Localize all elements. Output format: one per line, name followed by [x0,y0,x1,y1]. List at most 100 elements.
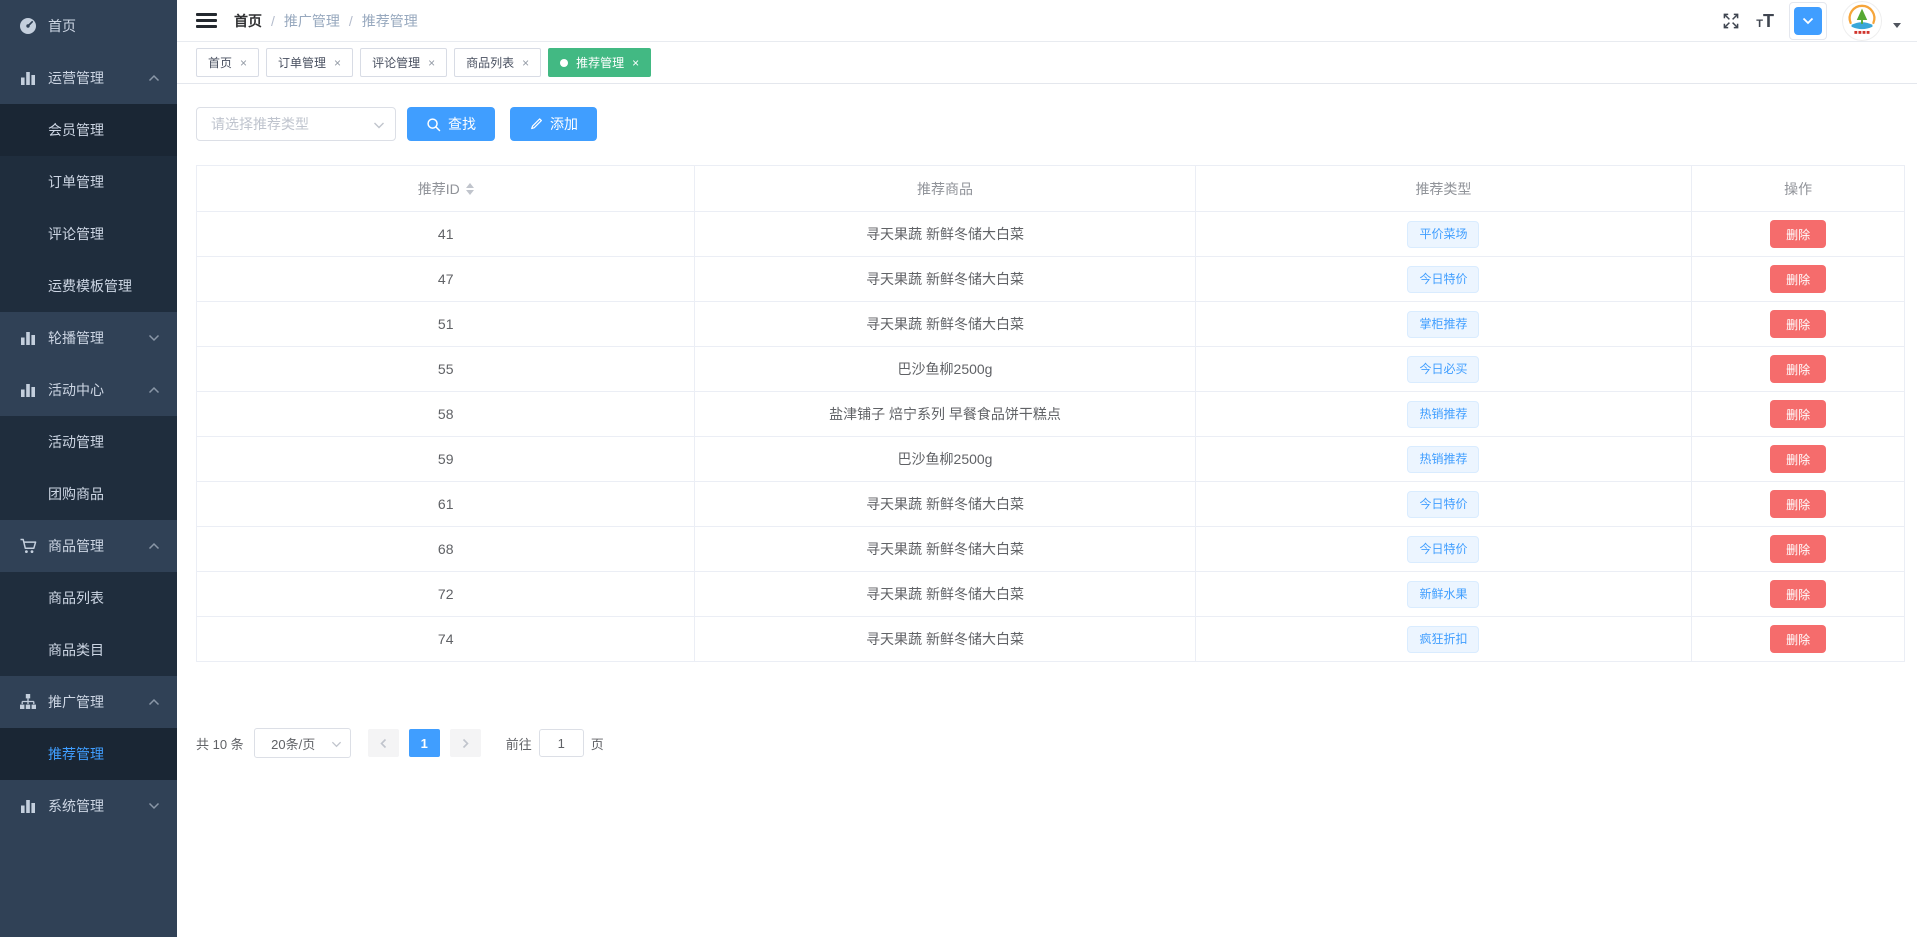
sidebar-item-home[interactable]: 首页 [0,0,177,52]
company-logo-icon [1843,2,1881,40]
table-header: 推荐ID 推荐商品 推荐类型 操作 [197,166,1904,212]
fullscreen-icon[interactable] [1721,11,1741,31]
column-header-type: 推荐类型 [1196,166,1693,212]
sidebar-item-system[interactable]: 系统管理 [0,780,177,832]
chevron-down-icon [373,122,385,129]
close-icon[interactable]: × [334,57,341,69]
avatar[interactable] [1842,1,1882,41]
goto-label: 前往 [506,734,532,753]
tab-home[interactable]: 首页 × [196,48,259,77]
breadcrumb: 首页 / 推广管理 / 推荐管理 [234,11,418,31]
type-tag: 热销推荐 [1407,446,1479,473]
sitemap-icon [19,693,37,711]
caret-down-icon[interactable] [1893,23,1901,28]
cell-product: 寻天果蔬 新鲜冬储大白菜 [695,257,1195,302]
sidebar-item-freight-template[interactable]: 运费模板管理 [0,260,177,312]
cell-product: 巴沙鱼柳2500g [695,347,1195,392]
close-icon[interactable]: × [632,57,639,69]
chevron-down-icon [331,741,342,748]
sidebar-item-label: 评论管理 [48,224,104,244]
delete-button[interactable]: 删除 [1770,355,1826,383]
table-row: 68 寻天果蔬 新鲜冬储大白菜 今日特价 删除 [197,527,1904,572]
delete-button[interactable]: 删除 [1770,445,1826,473]
cell-id: 72 [197,572,695,617]
delete-button[interactable]: 删除 [1770,265,1826,293]
layout-dropdown-button[interactable] [1789,2,1827,40]
sidebar-item-carousel[interactable]: 轮播管理 [0,312,177,364]
page-number-current[interactable]: 1 [409,729,440,757]
sidebar-item-product-list[interactable]: 商品列表 [0,572,177,624]
delete-button[interactable]: 删除 [1770,580,1826,608]
sidebar-item-members[interactable]: 会员管理 [0,104,177,156]
total-count: 共 10 条 [196,734,244,753]
type-tag: 掌柜推荐 [1407,311,1479,338]
sidebar-item-product-category[interactable]: 商品类目 [0,624,177,676]
delete-button[interactable]: 删除 [1770,625,1826,653]
sidebar-item-label: 系统管理 [48,796,104,816]
sidebar-item-label: 首页 [48,16,76,36]
close-icon[interactable]: × [428,57,435,69]
tab-comments[interactable]: 评论管理 × [360,48,447,77]
sidebar-item-operations[interactable]: 运营管理 [0,52,177,104]
delete-button[interactable]: 删除 [1770,535,1826,563]
main-area: 首页 / 推广管理 / 推荐管理 TT [177,0,1917,937]
goto-page-input[interactable] [539,729,584,757]
sidebar-item-products[interactable]: 商品管理 [0,520,177,572]
cell-id: 55 [197,347,695,392]
close-icon[interactable]: × [522,57,529,69]
cell-id: 61 [197,482,695,527]
tab-product-list[interactable]: 商品列表 × [454,48,541,77]
hamburger-icon[interactable] [196,13,217,28]
app-root: 首页 运营管理 会员管理 订单管理 评论管理 运费模板管理 轮播管理 [0,0,1917,937]
sort-icon[interactable] [466,183,474,195]
cell-product: 寻天果蔬 新鲜冬储大白菜 [695,572,1195,617]
type-tag: 热销推荐 [1407,401,1479,428]
page-content: 查找 添加 推荐ID 推荐商品 [177,84,1917,937]
sidebar-item-activity-manage[interactable]: 活动管理 [0,416,177,468]
table-row: 55 巴沙鱼柳2500g 今日必买 删除 [197,347,1904,392]
type-tag: 新鲜水果 [1407,581,1479,608]
close-icon[interactable]: × [240,57,247,69]
recommend-type-select[interactable] [196,107,396,141]
add-button[interactable]: 添加 [510,107,597,141]
chevron-left-icon [379,738,388,749]
sidebar-item-label: 活动中心 [48,380,104,400]
cell-product: 寻天果蔬 新鲜冬储大白菜 [695,302,1195,347]
recommend-type-select-input[interactable] [197,108,395,140]
pencil-icon [529,117,543,131]
sidebar: 首页 运营管理 会员管理 订单管理 评论管理 运费模板管理 轮播管理 [0,0,177,937]
sidebar-item-label: 订单管理 [48,172,104,192]
chevron-up-icon [148,74,160,82]
sidebar-item-label: 运营管理 [48,68,104,88]
cell-product: 盐津铺子 焙宁系列 早餐食品饼干糕点 [695,392,1195,437]
delete-button[interactable]: 删除 [1770,490,1826,518]
tag-view-bar: 首页 × 订单管理 × 评论管理 × 商品列表 × 推荐管理 × [177,42,1917,84]
delete-button[interactable]: 删除 [1770,310,1826,338]
delete-button[interactable]: 删除 [1770,220,1826,248]
prev-page-button[interactable] [368,729,399,757]
type-tag: 今日特价 [1407,266,1479,293]
tab-recommend-manage[interactable]: 推荐管理 × [548,48,651,77]
cell-product: 寻天果蔬 新鲜冬储大白菜 [695,617,1195,662]
delete-button[interactable]: 删除 [1770,400,1826,428]
sidebar-item-group-buy[interactable]: 团购商品 [0,468,177,520]
breadcrumb-promotion[interactable]: 推广管理 [284,11,340,31]
sidebar-item-label: 运费模板管理 [48,276,132,296]
breadcrumb-current: 推荐管理 [362,11,418,31]
search-button[interactable]: 查找 [407,107,495,141]
sidebar-item-comments[interactable]: 评论管理 [0,208,177,260]
tab-orders[interactable]: 订单管理 × [266,48,353,77]
page-size-select[interactable]: 20条/页 [254,728,351,758]
sidebar-item-activity-center[interactable]: 活动中心 [0,364,177,416]
next-page-button[interactable] [450,729,481,757]
sidebar-item-promotion[interactable]: 推广管理 [0,676,177,728]
sidebar-item-orders[interactable]: 订单管理 [0,156,177,208]
breadcrumb-home[interactable]: 首页 [234,11,262,31]
table-row: 61 寻天果蔬 新鲜冬储大白菜 今日特价 删除 [197,482,1904,527]
type-tag: 疯狂折扣 [1407,626,1479,653]
sidebar-item-recommend-manage[interactable]: 推荐管理 [0,728,177,780]
font-size-icon[interactable]: TT [1756,12,1774,30]
sidebar-item-label: 商品类目 [48,640,104,660]
table-row: 74 寻天果蔬 新鲜冬储大白菜 疯狂折扣 删除 [197,617,1904,662]
cart-icon [19,537,37,555]
